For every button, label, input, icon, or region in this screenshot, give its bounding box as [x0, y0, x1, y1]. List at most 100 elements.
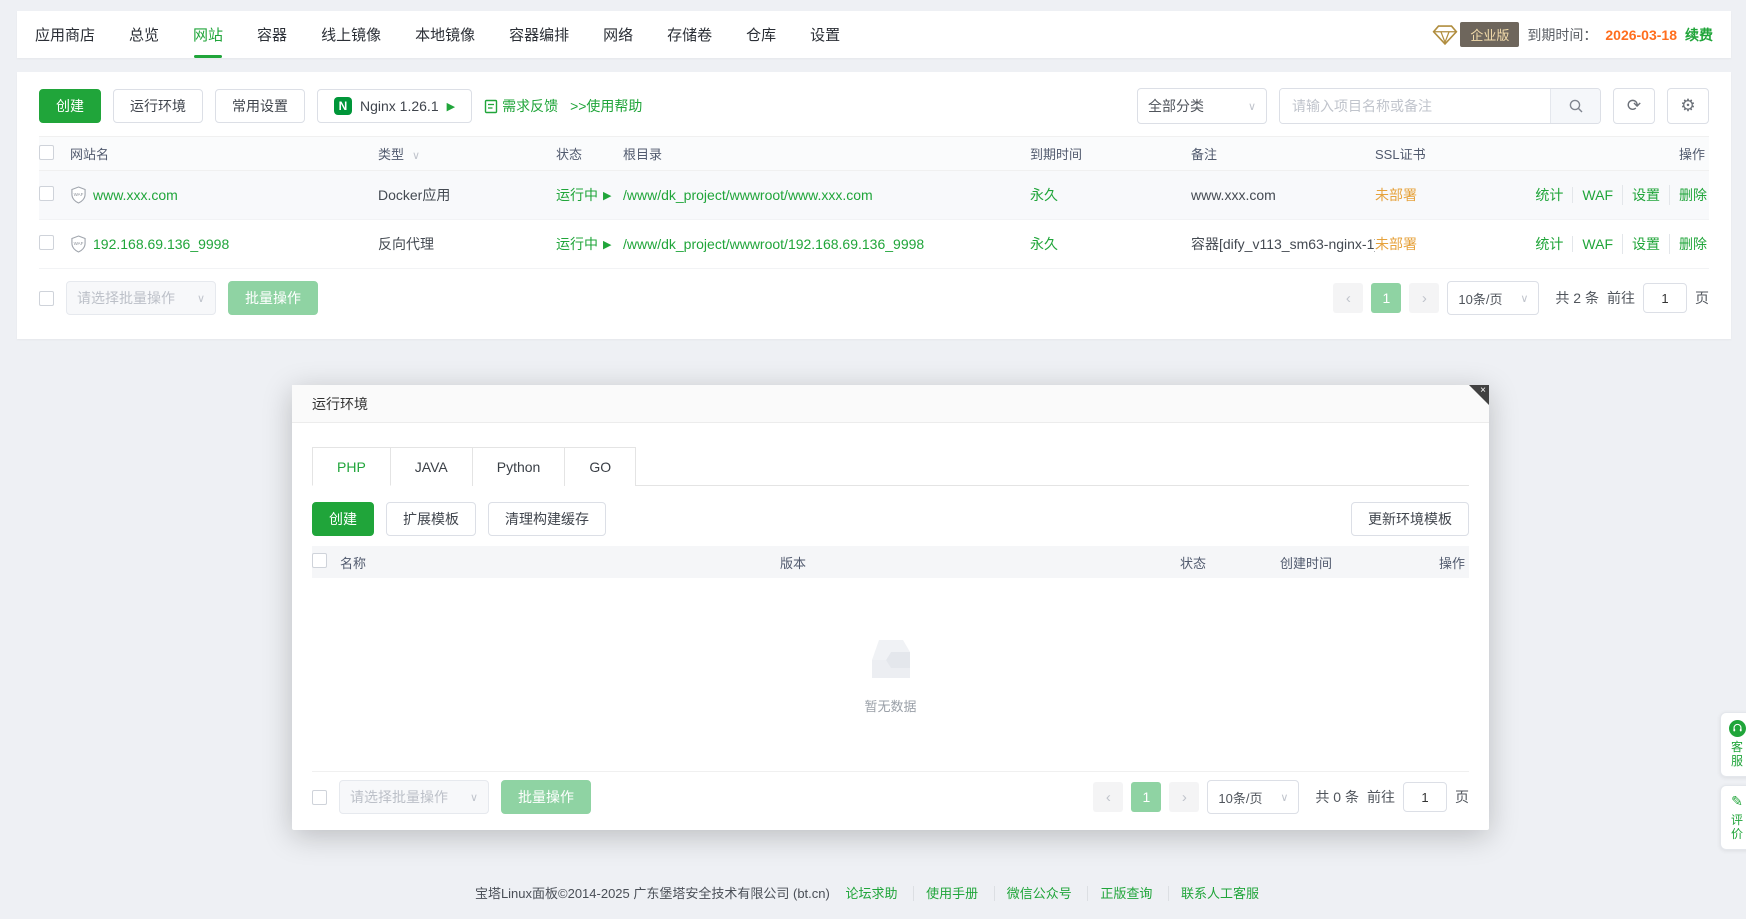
footer-link-forum[interactable]: 论坛求助: [833, 886, 909, 901]
expire-cell[interactable]: 永久: [1030, 234, 1191, 254]
customer-service-button[interactable]: 客服: [1720, 712, 1746, 777]
table-settings-button[interactable]: ⚙: [1667, 88, 1709, 124]
search-box: [1279, 88, 1601, 124]
env-select-all-checkbox[interactable]: [312, 553, 327, 568]
common-settings-button[interactable]: 常用设置: [215, 89, 305, 123]
env-page-number[interactable]: 1: [1131, 782, 1161, 812]
env-batch-action-placeholder: 请选择批量操作: [350, 787, 448, 807]
env-page-size-select[interactable]: 10条/页 ∨: [1207, 780, 1299, 814]
extend-template-button[interactable]: 扩展模板: [386, 502, 476, 536]
empty-text: 暂无数据: [864, 696, 916, 715]
tab-java[interactable]: JAVA: [391, 447, 473, 486]
action-stats[interactable]: 统计: [1526, 234, 1572, 254]
action-settings[interactable]: 设置: [1622, 185, 1669, 205]
search-input[interactable]: [1280, 89, 1550, 123]
copyright-text: 宝塔Linux面板©2014-2025 广东堡塔安全技术有限公司 (bt.cn): [475, 886, 830, 901]
ssl-status-link[interactable]: 未部署: [1375, 234, 1514, 254]
env-batch-action-select[interactable]: 请选择批量操作 ∨: [339, 780, 489, 814]
footer-link-manual[interactable]: 使用手册: [913, 886, 990, 901]
goto-page-input[interactable]: [1643, 283, 1687, 313]
env-header-version: 版本: [780, 553, 1180, 572]
root-path-link[interactable]: /www/dk_project/wwwroot/192.168.69.136_9…: [623, 236, 1030, 252]
page-size-select[interactable]: 10条/页 ∨: [1447, 281, 1539, 315]
runtime-modal: 运行环境 × PHP JAVA Python GO 创建 扩展模板 清理构建缓存…: [292, 385, 1489, 830]
prev-page-button[interactable]: ‹: [1333, 283, 1363, 313]
review-button[interactable]: ✎ 评价: [1720, 785, 1746, 850]
nav-item-container[interactable]: 容器: [257, 11, 287, 58]
status-cell[interactable]: 运行中 ▶: [556, 234, 623, 254]
env-prev-page-button[interactable]: ‹: [1093, 782, 1123, 812]
action-waf[interactable]: WAF: [1572, 187, 1622, 203]
tab-php[interactable]: PHP: [312, 447, 391, 486]
header-ssl: SSL证书: [1375, 144, 1514, 163]
footer-link-support[interactable]: 联系人工客服: [1168, 886, 1271, 901]
action-settings[interactable]: 设置: [1622, 234, 1669, 254]
footer-link-wechat[interactable]: 微信公众号: [994, 886, 1084, 901]
nav-item-website[interactable]: 网站: [193, 11, 223, 58]
nav-item-network[interactable]: 网络: [603, 11, 633, 58]
table-row: WAF 192.168.69.136_9998 反向代理 运行中 ▶ /www/…: [39, 220, 1709, 269]
env-next-page-button[interactable]: ›: [1169, 782, 1199, 812]
nginx-service-button[interactable]: N Nginx 1.26.1 ▶: [317, 89, 472, 123]
batch-select-all-checkbox[interactable]: [39, 291, 54, 306]
waf-shield-icon[interactable]: WAF: [70, 235, 87, 253]
expire-cell[interactable]: 永久: [1030, 185, 1191, 205]
help-link[interactable]: >>使用帮助: [570, 96, 642, 116]
nav-item-overview[interactable]: 总览: [129, 11, 159, 58]
search-icon: [1568, 98, 1584, 114]
runtime-button[interactable]: 运行环境: [113, 89, 203, 123]
tab-go[interactable]: GO: [565, 447, 636, 486]
status-cell[interactable]: 运行中 ▶: [556, 185, 623, 205]
nav-item-settings[interactable]: 设置: [810, 11, 840, 58]
env-batch-select-all-checkbox[interactable]: [312, 790, 327, 805]
modal-title: 运行环境: [292, 385, 1489, 423]
clean-cache-button[interactable]: 清理构建缓存: [488, 502, 606, 536]
ssl-status-link[interactable]: 未部署: [1375, 185, 1514, 205]
search-button[interactable]: [1550, 89, 1600, 123]
tab-python[interactable]: Python: [473, 447, 566, 486]
batch-action-select[interactable]: 请选择批量操作 ∨: [66, 281, 216, 315]
page-number[interactable]: 1: [1371, 283, 1401, 313]
next-page-button[interactable]: ›: [1409, 283, 1439, 313]
remark-cell[interactable]: 容器[dify_v113_sm63-nginx-1]的: [1191, 234, 1375, 254]
renew-link[interactable]: 续费: [1685, 25, 1713, 45]
env-toolbar: 创建 扩展模板 清理构建缓存 更新环境模板: [312, 502, 1469, 536]
env-goto-page-input[interactable]: [1403, 782, 1447, 812]
batch-bar: 请选择批量操作 ∨ 批量操作 ‹ 1 › 10条/页 ∨ 共 2 条 前往 页: [39, 281, 1709, 315]
nav-item-repo[interactable]: 仓库: [746, 11, 776, 58]
create-button[interactable]: 创建: [39, 89, 101, 123]
total-count: 共 2 条: [1555, 288, 1599, 308]
empty-state: 暂无数据: [312, 578, 1469, 772]
row-checkbox[interactable]: [39, 186, 54, 201]
batch-apply-button[interactable]: 批量操作: [228, 281, 318, 315]
nav-item-compose[interactable]: 容器编排: [509, 11, 569, 58]
refresh-button[interactable]: ⟳: [1613, 88, 1655, 124]
env-batch-apply-button[interactable]: 批量操作: [501, 780, 591, 814]
site-name-link[interactable]: 192.168.69.136_9998: [93, 236, 229, 252]
action-delete[interactable]: 删除: [1669, 185, 1709, 205]
update-template-button[interactable]: 更新环境模板: [1351, 502, 1469, 536]
feedback-icon: [484, 99, 498, 114]
modal-close-button[interactable]: [1469, 385, 1489, 405]
nav-item-volume[interactable]: 存储卷: [667, 11, 712, 58]
nav-item-online-image[interactable]: 线上镜像: [321, 11, 381, 58]
category-select[interactable]: 全部分类 ∨: [1137, 88, 1267, 124]
top-nav: 应用商店 总览 网站 容器 线上镜像 本地镜像 容器编排 网络 存储卷 仓库 设…: [17, 11, 1731, 58]
waf-shield-icon[interactable]: WAF: [70, 186, 87, 204]
action-waf[interactable]: WAF: [1572, 236, 1622, 252]
feedback-link[interactable]: 需求反馈: [484, 96, 558, 116]
action-stats[interactable]: 统计: [1526, 185, 1572, 205]
page-size-value: 10条/页: [1458, 289, 1502, 308]
site-name-link[interactable]: www.xxx.com: [93, 187, 178, 203]
action-delete[interactable]: 删除: [1669, 234, 1709, 254]
env-create-button[interactable]: 创建: [312, 502, 374, 536]
footer-link-genuine[interactable]: 正版查询: [1087, 886, 1164, 901]
service-label: 客服: [1731, 740, 1743, 768]
root-path-link[interactable]: /www/dk_project/wwwroot/www.xxx.com: [623, 187, 1030, 203]
remark-cell[interactable]: www.xxx.com: [1191, 187, 1375, 203]
nav-item-appstore[interactable]: 应用商店: [35, 11, 95, 58]
nav-item-local-image[interactable]: 本地镜像: [415, 11, 475, 58]
row-checkbox[interactable]: [39, 235, 54, 250]
header-type[interactable]: 类型∨: [378, 144, 556, 163]
select-all-checkbox[interactable]: [39, 145, 54, 160]
